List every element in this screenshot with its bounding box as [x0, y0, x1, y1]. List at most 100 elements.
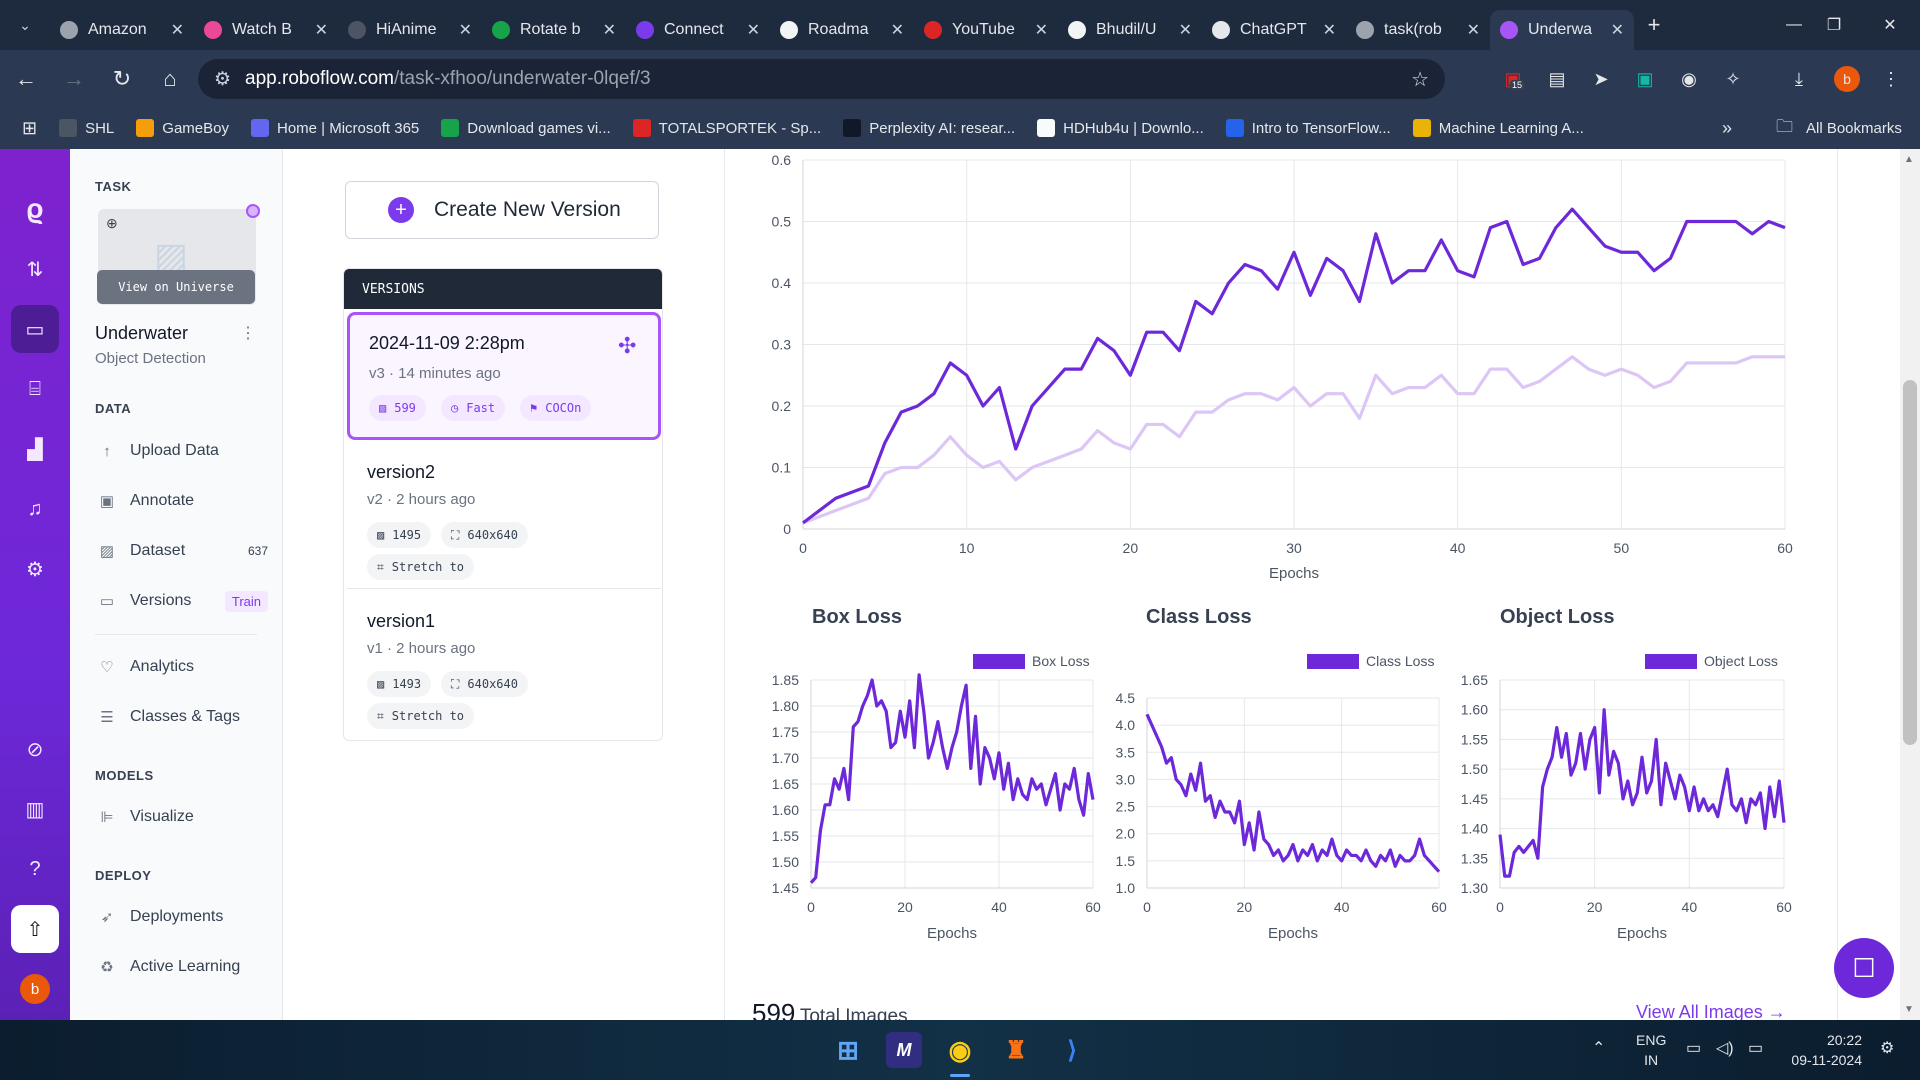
- language-indicator[interactable]: ENG IN: [1636, 1030, 1666, 1070]
- docs-book-icon[interactable]: ▥: [11, 785, 59, 833]
- reload-icon[interactable]: ↻: [100, 57, 144, 101]
- forward-icon[interactable]: →: [52, 57, 96, 101]
- notification-settings-icon[interactable]: ⚙: [1880, 1038, 1894, 1058]
- tab-10[interactable]: Underwa ✕: [1490, 10, 1634, 50]
- url-input[interactable]: ⚙ app.roboflow.com/task-xfhoo/underwater…: [198, 59, 1445, 99]
- tray-overflow-icon[interactable]: ⌃: [1592, 1038, 1605, 1058]
- create-new-version-button[interactable]: + Create New Version: [345, 181, 659, 239]
- new-tab-button[interactable]: +: [1634, 5, 1674, 45]
- discord-icon[interactable]: ◉: [1676, 66, 1702, 92]
- scroll-up-icon[interactable]: ▲: [1904, 154, 1914, 165]
- tab-2[interactable]: HiAnime ✕: [338, 10, 482, 50]
- tab-close-icon[interactable]: ✕: [459, 20, 472, 40]
- bookmark-5[interactable]: Perplexity AI: resear...: [843, 119, 1015, 137]
- sidebar-item-active-learning[interactable]: ♻ Active Learning: [98, 955, 268, 979]
- sidebar-item-annotate[interactable]: ▣ Annotate: [98, 489, 268, 513]
- sidebar-item-classes-tags[interactable]: ☰ Classes & Tags: [98, 705, 268, 729]
- tab-close-icon[interactable]: ✕: [315, 20, 328, 40]
- tab-close-icon[interactable]: ✕: [891, 20, 904, 40]
- image-icon: ▨: [379, 401, 387, 415]
- battery-icon[interactable]: ▭: [1748, 1038, 1763, 1058]
- extension-icon[interactable]: ▣: [1632, 66, 1658, 92]
- home-icon[interactable]: ⌂: [148, 57, 192, 101]
- bookmark-0[interactable]: SHL: [59, 119, 114, 137]
- download-icon[interactable]: ⤓: [1786, 66, 1812, 92]
- sidebar-item-analytics[interactable]: ♡ Analytics: [98, 655, 268, 679]
- bookmark-star-icon[interactable]: ☆: [1411, 67, 1429, 92]
- tab-close-icon[interactable]: ✕: [1323, 20, 1336, 40]
- train-model-icon[interactable]: ✣: [618, 333, 636, 359]
- sidebar-item-versions[interactable]: ▭ Versions Train: [98, 589, 268, 613]
- close-window-icon[interactable]: ✕: [1860, 0, 1920, 50]
- tab-1[interactable]: Watch B ✕: [194, 10, 338, 50]
- tab-close-icon[interactable]: ✕: [171, 20, 184, 40]
- universe-icon[interactable]: ⊘: [11, 725, 59, 773]
- all-bookmarks-link[interactable]: All Bookmarks: [1806, 120, 1902, 137]
- back-icon[interactable]: ←: [4, 57, 48, 101]
- clock[interactable]: 20:22 09-11-2024: [1790, 1030, 1862, 1070]
- connect-icon: [636, 21, 654, 39]
- scroll-down-icon[interactable]: ▼: [1904, 1004, 1914, 1015]
- windows-start-icon[interactable]: ⊞: [830, 1032, 866, 1068]
- sidebar-item-upload-data[interactable]: ↑ Upload Data: [98, 439, 268, 463]
- bookmark-6[interactable]: HDHub4u | Downlo...: [1037, 119, 1204, 137]
- projects-icon[interactable]: ▭: [11, 305, 59, 353]
- workflows-icon[interactable]: ⌸: [11, 365, 59, 413]
- tab-9[interactable]: task(rob ✕: [1346, 10, 1490, 50]
- bookmark-8[interactable]: Machine Learning A...: [1412, 119, 1584, 137]
- help-icon[interactable]: ?: [11, 845, 59, 893]
- apps-grid-icon[interactable]: ⊞: [22, 118, 37, 139]
- tab-close-icon[interactable]: ✕: [1035, 20, 1048, 40]
- version-card-v1[interactable]: version1 v1 · 2 hours ago ▨ 1493 ⛶ 640x640…: [347, 591, 661, 739]
- tab-0[interactable]: Amazon ✕: [50, 10, 194, 50]
- tab-close-icon[interactable]: ✕: [603, 20, 616, 40]
- chrome-icon[interactable]: ◉: [942, 1032, 978, 1068]
- more-bookmarks-icon[interactable]: »: [1722, 118, 1732, 139]
- tab-6[interactable]: YouTube ✕: [914, 10, 1058, 50]
- tab-7[interactable]: Bhudil/U ✕: [1058, 10, 1202, 50]
- profile-avatar[interactable]: b: [1834, 66, 1860, 92]
- upload-icon[interactable]: ⇧: [11, 905, 59, 953]
- view-on-universe-button[interactable]: View on Universe: [97, 270, 255, 304]
- tab-close-icon[interactable]: ✕: [1467, 20, 1480, 40]
- app-icon[interactable]: M: [886, 1032, 922, 1068]
- version-card-v2[interactable]: version2 v2 · 2 hours ago ▨ 1495 ⛶ 640x640…: [347, 441, 661, 589]
- tab-8[interactable]: ChatGPT ✕: [1202, 10, 1346, 50]
- version-card-v3[interactable]: 2024-11-09 2:28pm v3 · 14 minutes ago ✣ …: [347, 312, 661, 440]
- bookmark-1[interactable]: GameBoy: [136, 119, 229, 137]
- volume-icon[interactable]: ◁): [1716, 1038, 1734, 1058]
- tab-search-icon[interactable]: ⌄: [0, 0, 50, 50]
- scrollbar-thumb[interactable]: [1903, 380, 1917, 745]
- extension-icon[interactable]: ▤: [1544, 66, 1570, 92]
- roboflow-logo-icon[interactable]: ϱ: [11, 185, 59, 233]
- bookmark-7[interactable]: Intro to TensorFlow...: [1225, 119, 1391, 137]
- sidebar-item-deployments[interactable]: ➶ Deployments: [98, 905, 268, 929]
- vscode-icon[interactable]: ⟩: [1054, 1032, 1090, 1068]
- bookmark-4[interactable]: TOTALSPORTEK - Sp...: [632, 119, 821, 137]
- brave-icon[interactable]: ♜: [998, 1032, 1034, 1068]
- tab-close-icon[interactable]: ✕: [1179, 20, 1192, 40]
- tab-3[interactable]: Rotate b ✕: [482, 10, 626, 50]
- transfer-icon[interactable]: ⇅: [11, 245, 59, 293]
- bookmark-2[interactable]: Home | Microsoft 365: [250, 119, 419, 137]
- sidebar-item-visualize[interactable]: ⊫ Visualize: [98, 805, 268, 829]
- extensions-puzzle-icon[interactable]: ✧: [1720, 66, 1746, 92]
- tab-5[interactable]: Roadma ✕: [770, 10, 914, 50]
- cursor-extension-icon[interactable]: ➤: [1588, 66, 1614, 92]
- tab-close-icon[interactable]: ✕: [1611, 20, 1624, 40]
- chat-support-icon[interactable]: ☐: [1834, 938, 1894, 998]
- user-avatar[interactable]: b: [11, 965, 59, 1013]
- settings-gear-icon[interactable]: ⚙: [11, 545, 59, 593]
- network-icon[interactable]: ▭: [1686, 1038, 1701, 1058]
- extension-icon[interactable]: ▣ 15: [1500, 66, 1526, 92]
- site-info-icon[interactable]: ⚙: [214, 68, 231, 91]
- bookmark-3[interactable]: Download games vi...: [441, 119, 611, 137]
- browser-menu-icon[interactable]: ⋮: [1878, 66, 1904, 92]
- project-menu-icon[interactable]: ⋮: [240, 323, 256, 343]
- restore-icon[interactable]: ❐: [1804, 0, 1864, 50]
- notifications-bell-icon[interactable]: ♫: [11, 485, 59, 533]
- tab-close-icon[interactable]: ✕: [747, 20, 760, 40]
- sidebar-item-dataset[interactable]: ▨ Dataset 637: [98, 539, 268, 563]
- monitoring-icon[interactable]: ▟: [11, 425, 59, 473]
- tab-4[interactable]: Connect ✕: [626, 10, 770, 50]
